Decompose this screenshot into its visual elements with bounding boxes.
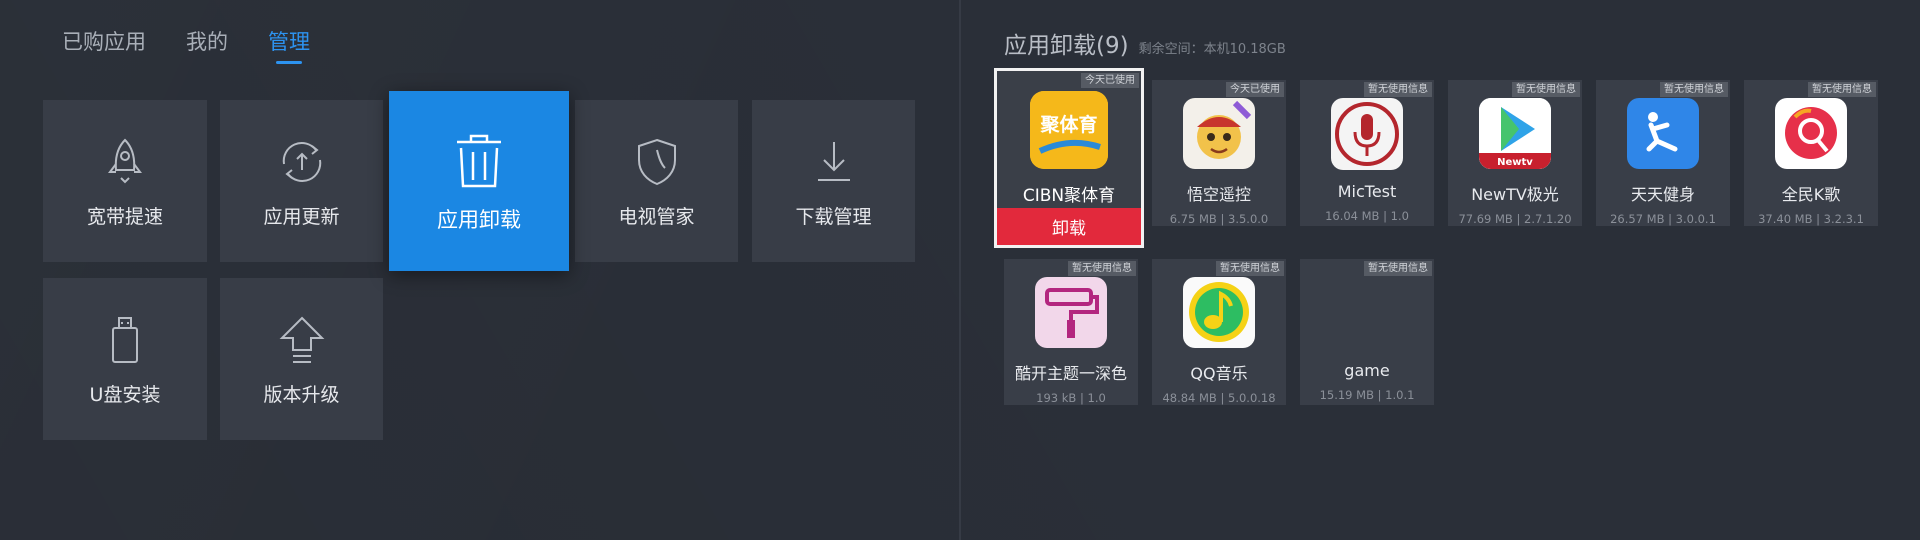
fitness-icon (1627, 98, 1699, 169)
app-name: 酷开主题一深色 (1014, 363, 1127, 383)
top-tabs: 已购应用 我的 管理 (62, 26, 310, 64)
app-meta: 26.57 MB | 3.0.0.1 (1610, 212, 1716, 226)
app-card-wukong[interactable]: 今天已使用 悟空遥控 6.75 MB | 3.5.0.0 (1152, 80, 1286, 226)
usage-badge: 今天已使用 (1081, 73, 1139, 88)
app-name: 全民K歌 (1781, 184, 1841, 204)
upgrade-arrow-icon (279, 316, 324, 363)
newtv-play-icon: Newtv (1479, 98, 1551, 169)
usage-badge: 暂无使用信息 (1216, 261, 1284, 276)
usage-badge: 暂无使用信息 (1364, 82, 1432, 97)
icon-text: Newtv (1497, 157, 1533, 168)
app-card-game[interactable]: 暂无使用信息 game 15.19 MB | 1.0.1 (1300, 259, 1434, 405)
tile-label: 电视管家 (618, 205, 695, 228)
app-card-fitness[interactable]: 暂无使用信息 天天健身 26.57 MB | 3.0.0.1 (1596, 80, 1730, 226)
tile-label: 应用卸载 (437, 208, 521, 232)
download-icon (817, 141, 850, 181)
broadband-boost-tile[interactable]: 宽带提速 (43, 100, 207, 262)
app-card-theme[interactable]: 暂无使用信息 酷开主题一深色 193 kB | 1.0 (1004, 259, 1138, 405)
app-uninstall-tile[interactable]: 应用卸载 (389, 91, 569, 271)
app-meta: 15.19 MB | 1.0.1 (1319, 388, 1415, 402)
tile-label: 宽带提速 (86, 205, 163, 228)
app-meta: 37.40 MB | 3.2.3.1 (1758, 212, 1864, 226)
app-update-tile[interactable]: 应用更新 (220, 100, 383, 262)
panel-title: 应用卸载(9) (1004, 33, 1129, 59)
download-manager-tile[interactable]: 下载管理 (752, 100, 915, 262)
usage-badge: 暂无使用信息 (1660, 82, 1728, 97)
free-space-label: 剩余空间：本机10.18GB (1138, 42, 1286, 57)
uninstall-header: 应用卸载(9) 剩余空间：本机10.18GB (1004, 26, 1286, 60)
wukong-remote-icon (1183, 98, 1255, 169)
app-card-mictest[interactable]: 暂无使用信息 MicTest 16.04 MB | 1.0 (1300, 80, 1434, 226)
app-card-karaoke[interactable]: 暂无使用信息 全民K歌 37.40 MB | 3.2.3.1 (1744, 80, 1878, 226)
app-meta: 48.84 MB | 5.0.0.18 (1162, 391, 1276, 405)
app-name: 悟空遥控 (1186, 184, 1251, 204)
usb-drive-icon (112, 316, 138, 363)
usage-badge: 暂无使用信息 (1808, 82, 1876, 97)
app-meta: 193 kB | 1.0 (1036, 391, 1106, 405)
usage-badge: 暂无使用信息 (1512, 82, 1580, 97)
app-name: NewTV极光 (1471, 184, 1559, 204)
app-name: MicTest (1337, 182, 1397, 201)
tab-mine[interactable]: 我的 (186, 26, 228, 64)
blank-app-icon (1331, 277, 1403, 349)
tile-label: 下载管理 (795, 205, 872, 228)
microphone-icon (1331, 98, 1403, 170)
icon-text: 聚体育 (1039, 113, 1097, 136)
app-meta: 77.69 MB | 2.7.1.20 (1458, 212, 1572, 226)
version-upgrade-tile[interactable]: 版本升级 (220, 278, 383, 440)
usage-badge: 暂无使用信息 (1068, 261, 1136, 276)
tile-label: 版本升级 (263, 383, 340, 406)
app-name: game (1344, 361, 1390, 380)
usage-badge: 暂无使用信息 (1364, 261, 1432, 276)
tile-label: U盘安装 (89, 383, 161, 406)
cibn-sports-icon: 聚体育 (1030, 91, 1108, 169)
tile-label: 应用更新 (263, 205, 340, 228)
trash-icon (457, 134, 501, 188)
refresh-upload-icon (282, 141, 321, 182)
app-card-newtv[interactable]: 暂无使用信息 Newtv NewTV极光 77.69 MB | 2.7.1.20 (1448, 80, 1582, 226)
app-card-cibn[interactable]: 今天已使用 聚体育 CIBN聚体育 卸载 (994, 68, 1144, 248)
tab-manage[interactable]: 管理 (268, 26, 310, 64)
app-meta: 16.04 MB | 1.0 (1325, 209, 1409, 223)
paint-roller-icon (1035, 277, 1107, 348)
qq-music-icon (1183, 277, 1255, 348)
app-meta: 6.75 MB | 3.5.0.0 (1169, 212, 1269, 226)
app-name: QQ音乐 (1190, 363, 1248, 383)
app-name: 天天健身 (1630, 184, 1695, 204)
usage-badge: 今天已使用 (1226, 82, 1284, 97)
app-name: CIBN聚体育 (1022, 186, 1116, 206)
app-card-qqmusic[interactable]: 暂无使用信息 QQ音乐 48.84 MB | 5.0.0.18 (1152, 259, 1286, 405)
usb-install-tile[interactable]: U盘安装 (43, 278, 207, 440)
karaoke-icon (1775, 98, 1847, 169)
shield-icon (637, 138, 676, 185)
uninstall-button[interactable]: 卸载 (997, 208, 1141, 245)
tab-purchased-apps[interactable]: 已购应用 (62, 26, 146, 64)
panel-divider (959, 0, 961, 540)
rocket-icon (108, 138, 142, 183)
tv-manager-tile[interactable]: 电视管家 (575, 100, 738, 262)
